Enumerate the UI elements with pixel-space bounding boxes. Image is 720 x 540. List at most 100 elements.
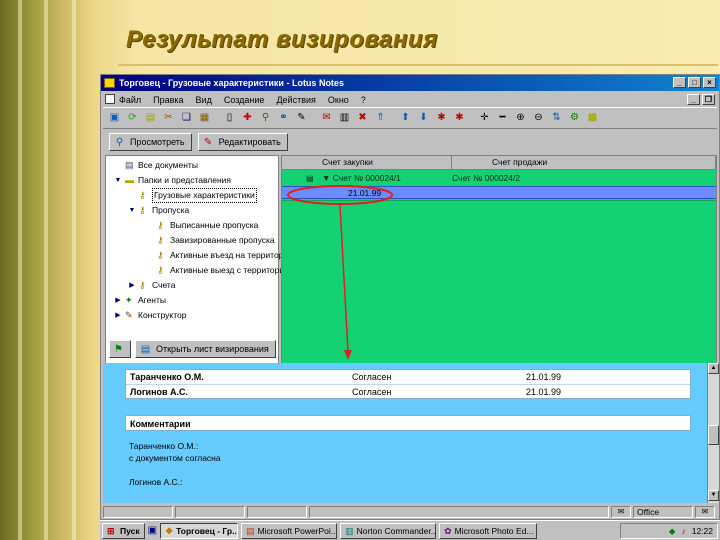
menu-help[interactable]: ? <box>361 95 366 105</box>
photo-editor-icon: ✿ <box>444 525 452 536</box>
edit-document-button[interactable]: ✎ Редактировать <box>197 133 288 151</box>
twisty-expanded-icon[interactable]: ▼ <box>114 174 122 187</box>
menu-actions[interactable]: Действия <box>276 95 315 105</box>
status-font-box[interactable] <box>103 506 173 518</box>
unread-next-icon[interactable]: ✱ <box>434 111 449 126</box>
navigator-item[interactable]: ⚷ Выписанные пропуска <box>146 219 258 232</box>
taskbar-task-photo-editor[interactable]: ✿ Microsoft Photo Ed... <box>439 522 538 539</box>
status-style-box[interactable] <box>247 506 307 518</box>
scroll-up-arrow[interactable]: ▲ <box>708 363 719 374</box>
column-header-sale[interactable]: Счет продажи <box>452 156 716 170</box>
navigator-item[interactable]: ⚷ Активные выезд с территории <box>146 264 289 277</box>
envelope-icon[interactable]: ✉ <box>611 506 631 518</box>
status-size-box[interactable] <box>175 506 245 518</box>
minimize-button[interactable]: _ <box>673 77 686 88</box>
collapse-all-icon[interactable]: ⊖ <box>531 111 546 126</box>
volume-icon[interactable]: ♪ <box>681 526 685 536</box>
link-icon[interactable]: ⚭ <box>276 111 291 126</box>
mail-icon[interactable]: ✉ <box>319 111 334 126</box>
start-button[interactable]: ⊞ Пуск <box>102 522 145 539</box>
new-document-icon[interactable]: ▯ <box>222 111 237 126</box>
window-controls: _ □ × <box>673 77 716 88</box>
navigator-item[interactable]: ⚷ Завизированные пропуска <box>146 234 275 247</box>
twisty-collapsed-icon[interactable]: ▶ <box>128 279 136 292</box>
twisty-expanded-icon[interactable]: ▼ <box>128 204 136 217</box>
copy-icon[interactable]: ❏ <box>179 111 194 126</box>
navigator-item[interactable]: ▼ ⚷ Пропуска <box>128 204 190 217</box>
twisty-collapsed-icon[interactable]: ▶ <box>114 294 122 307</box>
menu-edit[interactable]: Правка <box>153 95 183 105</box>
nav-up-icon[interactable]: ⬆ <box>398 111 413 126</box>
print-icon[interactable]: ▤ <box>143 111 158 126</box>
close-button[interactable]: × <box>703 77 716 88</box>
open-visa-sheet-button[interactable]: ▤ Открыть лист визирования <box>135 340 276 358</box>
view-row-category[interactable]: ▤ ▼ Счет № 000024/1 Счет № 000024/2 <box>282 172 716 185</box>
document-scrollbar[interactable]: ▲ ▼ <box>707 363 719 503</box>
navigator-item[interactable]: ⚷ Активные въезд на территорию <box>146 249 295 262</box>
scroll-thumb[interactable] <box>708 425 719 445</box>
bold-icon[interactable]: ✚ <box>240 111 255 126</box>
menu-window[interactable]: Окно <box>328 95 349 105</box>
menu-file[interactable]: Файл <box>119 95 141 105</box>
search-icon[interactable]: ⚲ <box>258 111 273 126</box>
key-icon: ⚷ <box>157 235 164 245</box>
navigator-item[interactable]: ▶ ⚷ Счета <box>128 279 175 292</box>
document-nav-button[interactable]: ⚑ <box>109 340 131 358</box>
paste-icon[interactable]: ▦ <box>197 111 212 126</box>
smarticons-toolbar: ▣ ⟳ ▤ ✂ ❏ ▦ ▯ ✚ ⚲ ⚭ ✎ ✉ ▥ ✖ ⇑ ⬆ ⬇ ✱ ✱ ✛ … <box>103 107 717 129</box>
move-up-icon[interactable]: ⇑ <box>373 111 388 126</box>
doc-minimize-button[interactable]: _ <box>687 94 700 105</box>
background-streak <box>18 0 22 540</box>
scroll-down-arrow[interactable]: ▼ <box>708 490 719 501</box>
attach-icon[interactable]: ▥ <box>337 111 352 126</box>
collapse-icon[interactable]: ━ <box>495 111 510 126</box>
document-control-icon[interactable] <box>105 94 115 104</box>
expand-icon[interactable]: ✛ <box>477 111 492 126</box>
desktop-icon[interactable]: ▣ <box>148 525 157 536</box>
save-icon[interactable]: ▣ <box>107 111 122 126</box>
task-label: Microsoft Photo Ed... <box>454 525 534 536</box>
view-document-button[interactable]: ⚲ Просмотреть <box>109 133 192 151</box>
cut-icon[interactable]: ✂ <box>161 111 176 126</box>
taskbar-task-powerpoint[interactable]: ▤ Microsoft PowerPoi... <box>241 522 338 539</box>
delete-icon[interactable]: ✖ <box>355 111 370 126</box>
taskbar-task-norton[interactable]: ▥ Norton Commander... <box>340 522 437 539</box>
expand-all-icon[interactable]: ⊕ <box>513 111 528 126</box>
navigator-item-label: Активные въезд на территорию <box>170 250 295 260</box>
menu-bar: Файл Правка Вид Создание Действия Окно ?… <box>101 92 719 107</box>
navigator-item[interactable]: ⚷ Грузовые характеристики <box>128 188 257 203</box>
agent-run-icon[interactable]: ⚙ <box>567 111 582 126</box>
taskbar-task-lotus[interactable]: ❖ Торговец - Гр... <box>160 522 239 539</box>
visa-name: Таранченко О.М. <box>130 372 204 382</box>
navigator-item[interactable]: ▶ ✎ Конструктор <box>114 309 186 322</box>
navigator-item[interactable]: ▤ Все документы <box>114 159 198 172</box>
categorize-icon[interactable]: ⇅ <box>549 111 564 126</box>
twisty-collapsed-icon[interactable]: ▶ <box>114 309 122 322</box>
navigator-item[interactable]: ▶ ✦ Агенты <box>114 294 166 307</box>
column-header-purchase[interactable]: Счет закупки <box>282 156 452 170</box>
maximize-button[interactable]: □ <box>688 77 701 88</box>
document-action-bar: ⚑ ▤ Открыть лист визирования <box>105 337 717 361</box>
menu-view[interactable]: Вид <box>196 95 212 105</box>
refresh-icon[interactable]: ⟳ <box>125 111 140 126</box>
mail-status-icon[interactable]: ✉ <box>695 506 715 518</box>
background-streak <box>44 0 48 540</box>
view-row-selected[interactable]: 21.01.99 <box>282 186 716 199</box>
status-location[interactable]: Office <box>633 506 693 518</box>
sheet-icon: ▤ <box>140 343 151 355</box>
navigator-item[interactable]: ▼ ▬ Папки и представления <box>114 174 232 187</box>
doc-restore-button[interactable]: ❐ <box>702 94 715 105</box>
network-icon[interactable]: ◆ <box>669 526 676 537</box>
key-icon: ⚷ <box>139 205 146 215</box>
unread-prev-icon[interactable]: ✱ <box>452 111 467 126</box>
navigator-item-label: Счета <box>152 280 176 290</box>
nav-down-icon[interactable]: ⬇ <box>416 111 431 126</box>
properties-icon[interactable]: ▩ <box>585 111 600 126</box>
window-titlebar[interactable]: Торговец - Грузовые характеристики - Lot… <box>101 75 719 91</box>
view-document-label: Просмотреть <box>130 137 185 147</box>
spellcheck-icon[interactable]: ✎ <box>294 111 309 126</box>
clock[interactable]: 12:22 <box>692 526 713 536</box>
document-icon: ▤ <box>306 174 314 183</box>
menu-create[interactable]: Создание <box>224 95 265 105</box>
comment-line: Логинов А.С.: <box>129 477 183 487</box>
